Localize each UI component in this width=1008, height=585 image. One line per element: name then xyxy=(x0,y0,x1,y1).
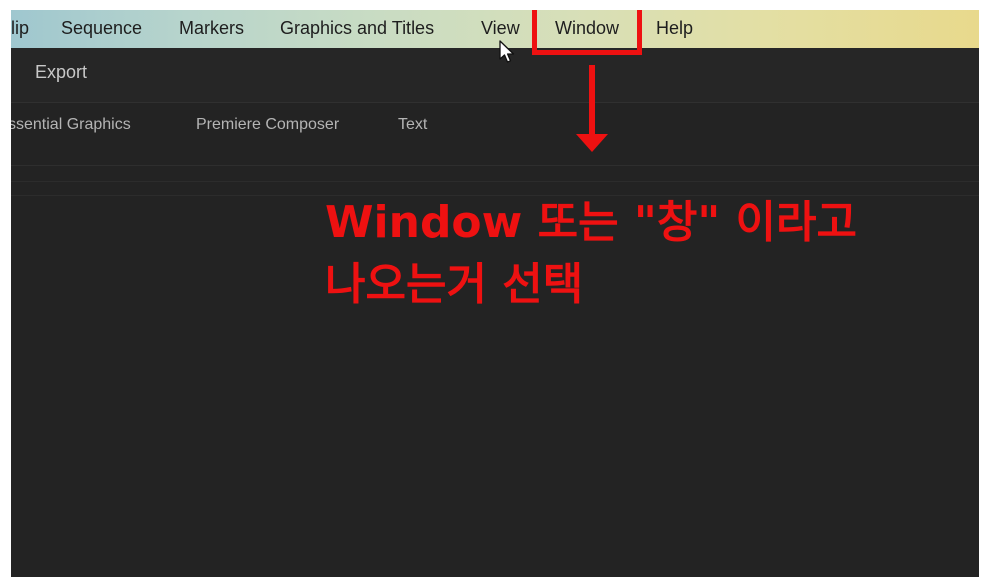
arrow-head-icon xyxy=(576,134,608,152)
highlight-box xyxy=(532,10,642,55)
menu-graphics-and-titles[interactable]: Graphics and Titles xyxy=(280,10,434,48)
header-bar: Export xyxy=(11,48,979,103)
menu-help[interactable]: Help xyxy=(656,10,693,48)
workspace-premiere-composer[interactable]: Premiere Composer xyxy=(196,116,339,134)
menu-bar: lip Sequence Markers Graphics and Titles… xyxy=(11,10,979,48)
annotation-text: Window 또는 "창" 이라고 나오는거 선택 xyxy=(325,192,965,316)
export-tab[interactable]: Export xyxy=(35,62,87,83)
arrow-down-icon xyxy=(589,65,595,135)
annotation-line-1: Window 또는 "창" 이라고 xyxy=(325,197,857,248)
menu-markers[interactable]: Markers xyxy=(179,10,244,48)
menu-sequence[interactable]: Sequence xyxy=(61,10,142,48)
workspace-essential-graphics[interactable]: ssential Graphics xyxy=(11,116,131,134)
menu-clip[interactable]: lip xyxy=(11,10,29,48)
premiere-window: lip Sequence Markers Graphics and Titles… xyxy=(11,10,979,577)
workspace-tabs: ssential Graphics Premiere Composer Text xyxy=(11,103,979,166)
mouse-pointer-icon xyxy=(499,40,515,63)
panel-divider xyxy=(11,181,979,182)
workspace-text[interactable]: Text xyxy=(398,116,427,134)
annotation-line-2: 나오는거 선택 xyxy=(325,259,584,310)
